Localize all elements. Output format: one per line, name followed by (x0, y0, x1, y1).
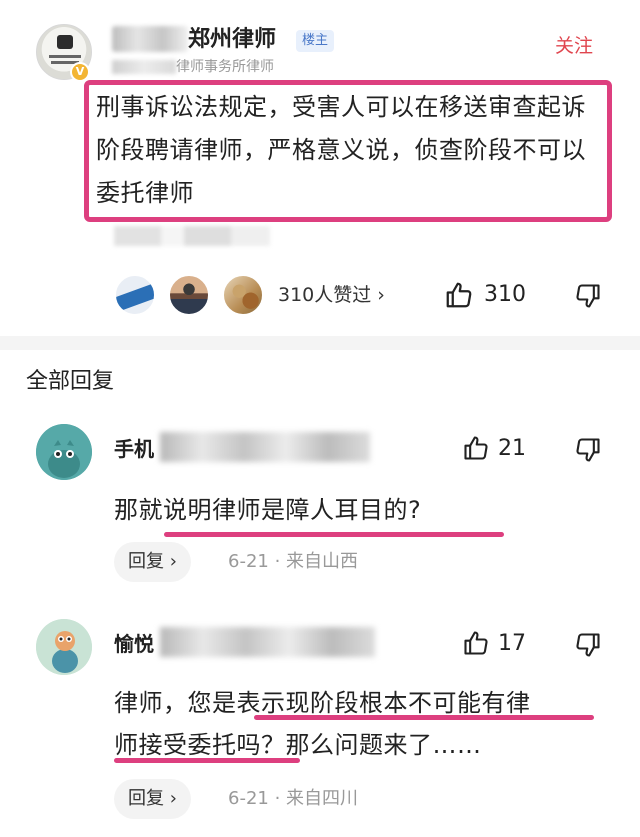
liker-avatar[interactable] (114, 274, 156, 316)
commenter-avatar[interactable] (36, 424, 92, 480)
commenter-name[interactable]: 愉悦 (114, 631, 154, 657)
comment-like-count: 17 (498, 631, 526, 656)
comment-meta: 6-21 · 来自山西 (228, 551, 359, 572)
verified-icon: V (70, 62, 90, 82)
liker-avatar[interactable] (222, 274, 264, 316)
redacted-name (112, 26, 188, 52)
commenter-avatar[interactable] (36, 619, 92, 675)
author-subtitle: 律师事务所律师 (176, 59, 274, 75)
thumbs-up-icon[interactable] (462, 629, 490, 657)
reply-button[interactable]: 回复 › (114, 542, 191, 582)
comment-item: 手机 21 那就说明律师是障人耳目的? 回复 › 6-21 · 来自山西 (0, 424, 640, 594)
comment-text-line: 师接受委托吗？那么问题来了…… (114, 731, 482, 759)
author-name[interactable]: 郑州律师 (188, 26, 276, 54)
post-body: 刑事诉讼法规定，受害人可以在移送审查起诉阶段聘请律师，严格意义说，侦查阶段不可以… (96, 93, 586, 207)
post-like-count: 310 (484, 282, 526, 307)
redacted-name (160, 627, 375, 657)
thumbs-down-icon[interactable] (574, 436, 602, 464)
redacted-subtitle (112, 60, 176, 74)
section-divider (0, 336, 640, 350)
comment-like-count: 21 (498, 436, 526, 461)
likes-summary-link[interactable]: 310人赞过 › (278, 282, 385, 308)
highlight-underline (114, 758, 300, 763)
liker-avatar[interactable] (168, 274, 210, 316)
thumbs-up-icon[interactable] (462, 434, 490, 462)
comment-item: 愉悦 17 律师，您是表示现阶段根本不可能有律 师接受委托吗？那么问题来了…… … (0, 619, 640, 829)
highlight-underline (164, 532, 504, 537)
reply-button[interactable]: 回复 › (114, 779, 191, 819)
redacted-name (160, 432, 370, 462)
replies-section-title: 全部回复 (26, 369, 115, 394)
highlight-underline (254, 715, 594, 720)
thumbs-down-icon[interactable] (574, 631, 602, 659)
comment-text: 那就说明律师是障人耳目的? (114, 496, 422, 524)
redacted-meta (114, 226, 270, 246)
owner-tag: 楼主 (296, 30, 335, 52)
comment-meta: 6-21 · 来自四川 (228, 788, 359, 809)
follow-button[interactable]: 关注 (555, 34, 593, 58)
thumbs-up-icon[interactable] (444, 280, 474, 310)
main-post: V 郑州律师 楼主 律师事务所律师 关注 刑事诉讼法规定，受害人可以在移送审查起… (0, 0, 640, 336)
thumbs-down-icon[interactable] (574, 282, 602, 310)
commenter-name[interactable]: 手机 (114, 436, 154, 462)
